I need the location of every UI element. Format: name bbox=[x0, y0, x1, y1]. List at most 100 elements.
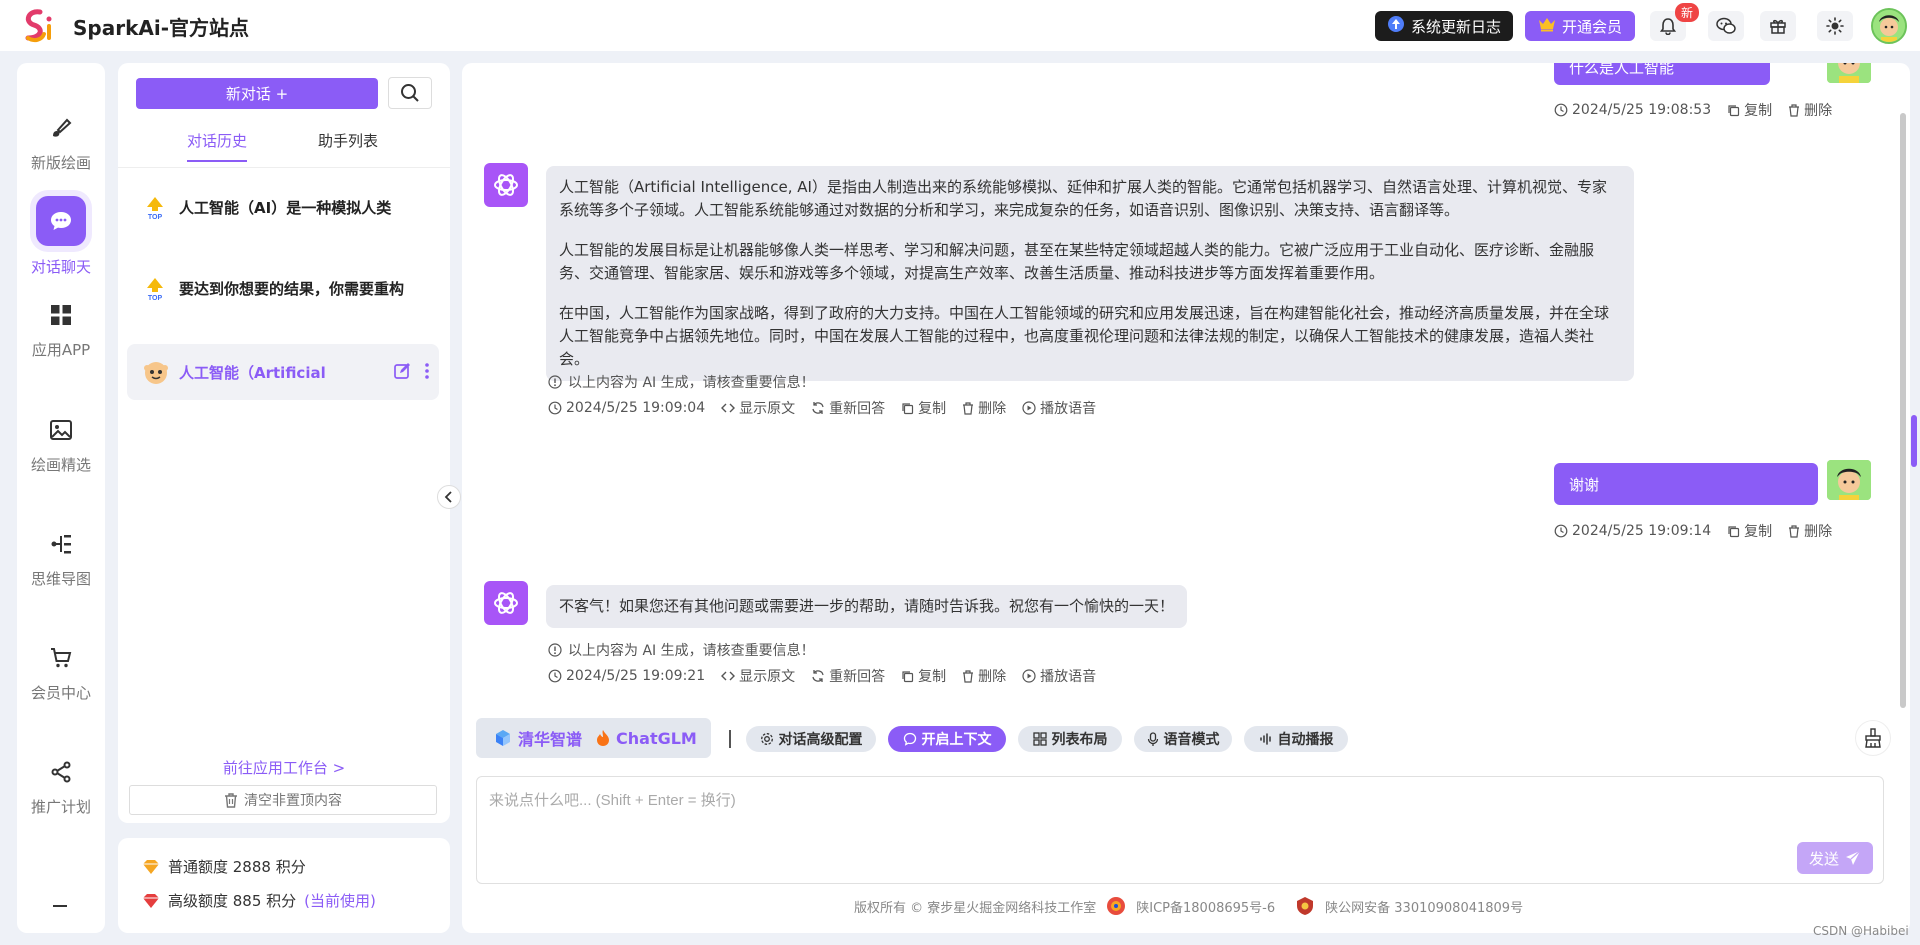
rail-item-drawing[interactable]: 新版绘画 bbox=[17, 98, 105, 188]
vip-button[interactable]: 开通会员 bbox=[1525, 11, 1635, 41]
show-raw-action[interactable]: 显示原文 bbox=[721, 666, 795, 686]
rail-item-membership[interactable]: 会员中心 bbox=[17, 628, 105, 718]
page-scrollbar[interactable] bbox=[1911, 415, 1917, 467]
rail-item-mindmap[interactable]: 思维导图 bbox=[17, 514, 105, 604]
code-icon bbox=[721, 403, 736, 413]
rail-item-apps[interactable]: 应用APP bbox=[17, 285, 105, 375]
clear-unpinned-button[interactable]: 清空非置顶内容 bbox=[129, 785, 437, 815]
ai-notice: 以上内容为 AI 生成，请核查重要信息！ bbox=[548, 640, 815, 660]
clear-chat-button[interactable] bbox=[1855, 720, 1891, 756]
theme-toggle-button[interactable] bbox=[1817, 11, 1853, 41]
delete-action[interactable]: 删除 bbox=[962, 666, 1006, 686]
voice-mode-button[interactable]: 语音模式 bbox=[1134, 726, 1232, 752]
bell-icon bbox=[1660, 18, 1676, 35]
info-icon bbox=[548, 375, 562, 389]
rail-item-label: 对话聊天 bbox=[30, 257, 91, 276]
delete-action[interactable]: 删除 bbox=[962, 398, 1006, 418]
site-logo[interactable] bbox=[20, 8, 58, 44]
icp-text[interactable]: 陕ICP备18008695号-6 bbox=[1136, 897, 1275, 916]
points-panel: 普通额度 2888 积分 高级额度 885 积分 (当前使用) bbox=[118, 838, 450, 933]
wechat-icon bbox=[1716, 17, 1736, 34]
user-message-bubble: 谢谢 bbox=[1554, 463, 1818, 505]
user-message-avatar bbox=[1827, 63, 1871, 83]
pinned-top-icon: TOP bbox=[143, 276, 167, 302]
icp-emblem-icon bbox=[1107, 897, 1126, 915]
refresh-icon bbox=[812, 670, 824, 682]
tab-history[interactable]: 对话历史 bbox=[187, 130, 248, 162]
message-input-box: 发送 bbox=[476, 776, 1884, 884]
conversation-panel: 新对话 + 对话历史 助手列表 TOP 人工智能（AI）是一种模拟人类 TOP … bbox=[118, 63, 450, 823]
new-chat-button[interactable]: 新对话 + bbox=[136, 78, 378, 109]
rail-item-chat[interactable]: 对话聊天 bbox=[17, 191, 105, 281]
copy-icon bbox=[902, 402, 914, 414]
copy-action[interactable]: 复制 bbox=[901, 398, 946, 418]
timestamp: 2024/5/25 19:09:21 bbox=[548, 668, 705, 684]
regenerate-action[interactable]: 重新回答 bbox=[811, 398, 885, 418]
ai-message-paragraph: 人工智能（Artificial Intelligence, AI）是指由人制造出… bbox=[559, 178, 1607, 219]
show-raw-action[interactable]: 显示原文 bbox=[721, 398, 795, 418]
edit-icon[interactable] bbox=[393, 362, 411, 380]
clock-icon bbox=[1554, 103, 1568, 117]
model-selector[interactable]: 清华智谱 ChatGLM bbox=[476, 718, 711, 758]
copy-action[interactable]: 复制 bbox=[1727, 521, 1772, 541]
changelog-button[interactable]: 系统更新日志 bbox=[1375, 11, 1513, 41]
ai-notice: 以上内容为 AI 生成，请核查重要信息！ bbox=[548, 372, 815, 392]
chat-icon bbox=[903, 732, 916, 746]
timestamp: 2024/5/25 19:09:04 bbox=[548, 400, 705, 416]
advanced-points-row: 高级额度 885 积分 (当前使用) bbox=[142, 890, 376, 911]
code-icon bbox=[721, 671, 736, 681]
context-toggle-button[interactable]: 开启上下文 bbox=[888, 726, 1006, 752]
send-button[interactable]: 发送 bbox=[1797, 842, 1873, 874]
ai-message-paragraph: 不客气！如果您还有其他问题或需要进一步的帮助，请随时告诉我。祝您有一个愉快的一天… bbox=[559, 597, 1175, 615]
clock-icon bbox=[1554, 524, 1568, 538]
search-conversations-button[interactable] bbox=[388, 77, 432, 109]
play-audio-action[interactable]: 播放语音 bbox=[1022, 398, 1096, 418]
clock-icon bbox=[548, 669, 562, 683]
ai-message-meta: 2024/5/25 19:09:21 显示原文 重新回答 复制 删除 播放语音 bbox=[548, 666, 1096, 686]
conversation-item-active[interactable]: 人工智能（Artificial bbox=[127, 344, 439, 400]
collapse-panel-button[interactable] bbox=[437, 485, 461, 509]
grid-icon bbox=[47, 301, 75, 329]
advanced-config-button[interactable]: 对话高级配置 bbox=[746, 726, 876, 752]
conversation-item[interactable]: TOP 人工智能（AI）是一种模拟人类 bbox=[127, 179, 439, 235]
auto-play-button[interactable]: 自动播报 bbox=[1244, 726, 1348, 752]
conversation-title: 人工智能（Artificial bbox=[179, 364, 326, 382]
workbench-link[interactable]: 前往应用工作台 > bbox=[118, 757, 450, 778]
clear-label: 清空非置顶内容 bbox=[244, 793, 342, 809]
user-message-text: 谢谢 bbox=[1569, 475, 1600, 494]
delete-action[interactable]: 删除 bbox=[1788, 100, 1832, 120]
user-avatar[interactable] bbox=[1871, 8, 1907, 44]
police-record-text[interactable]: 陕公网安备 33010908041809号 bbox=[1325, 897, 1523, 916]
copy-action[interactable]: 复制 bbox=[1727, 100, 1772, 120]
watermark: CSDN @Habibei bbox=[1813, 924, 1909, 938]
rail-item-referral[interactable]: 推广计划 bbox=[17, 742, 105, 832]
trash-icon bbox=[963, 669, 974, 683]
chat-bubble-icon bbox=[36, 195, 86, 246]
rail-item-gallery[interactable]: 绘画精选 bbox=[17, 400, 105, 490]
sun-icon bbox=[1826, 17, 1844, 35]
conversation-item[interactable]: TOP 要达到你想要的结果，你需要重构 bbox=[127, 260, 439, 316]
user-message-avatar bbox=[1827, 460, 1871, 500]
regenerate-action[interactable]: 重新回答 bbox=[811, 666, 885, 686]
copy-icon bbox=[902, 670, 914, 682]
svg-text:TOP: TOP bbox=[148, 214, 163, 221]
message-input[interactable] bbox=[477, 777, 1883, 883]
gift-button[interactable] bbox=[1760, 11, 1796, 41]
layout-icon bbox=[1032, 732, 1047, 746]
vip-label: 开通会员 bbox=[1561, 17, 1622, 36]
more-vertical-icon[interactable] bbox=[425, 362, 429, 380]
delete-action[interactable]: 删除 bbox=[1788, 521, 1832, 541]
ai-message-paragraph: 在中国，人工智能作为国家战略，得到了政府的大力支持。中国在人工智能领域的研究和应… bbox=[559, 304, 1610, 368]
fire-icon bbox=[597, 730, 610, 746]
tab-assistants[interactable]: 助手列表 bbox=[318, 130, 378, 151]
ai-avatar bbox=[484, 581, 528, 625]
chat-toolbar: 清华智谱 ChatGLM 对话高级配置 开启上下文 列表布局 语音模式 自动播报 bbox=[476, 718, 1896, 758]
copy-action[interactable]: 复制 bbox=[901, 666, 946, 686]
play-audio-action[interactable]: 播放语音 bbox=[1022, 666, 1096, 686]
gear-icon bbox=[760, 733, 773, 745]
wechat-button[interactable] bbox=[1708, 11, 1744, 41]
chat-scrollbar[interactable] bbox=[1900, 113, 1906, 708]
trash-icon bbox=[1789, 103, 1800, 117]
collapse-rail-icon[interactable] bbox=[53, 905, 67, 907]
list-layout-button[interactable]: 列表布局 bbox=[1018, 726, 1122, 752]
